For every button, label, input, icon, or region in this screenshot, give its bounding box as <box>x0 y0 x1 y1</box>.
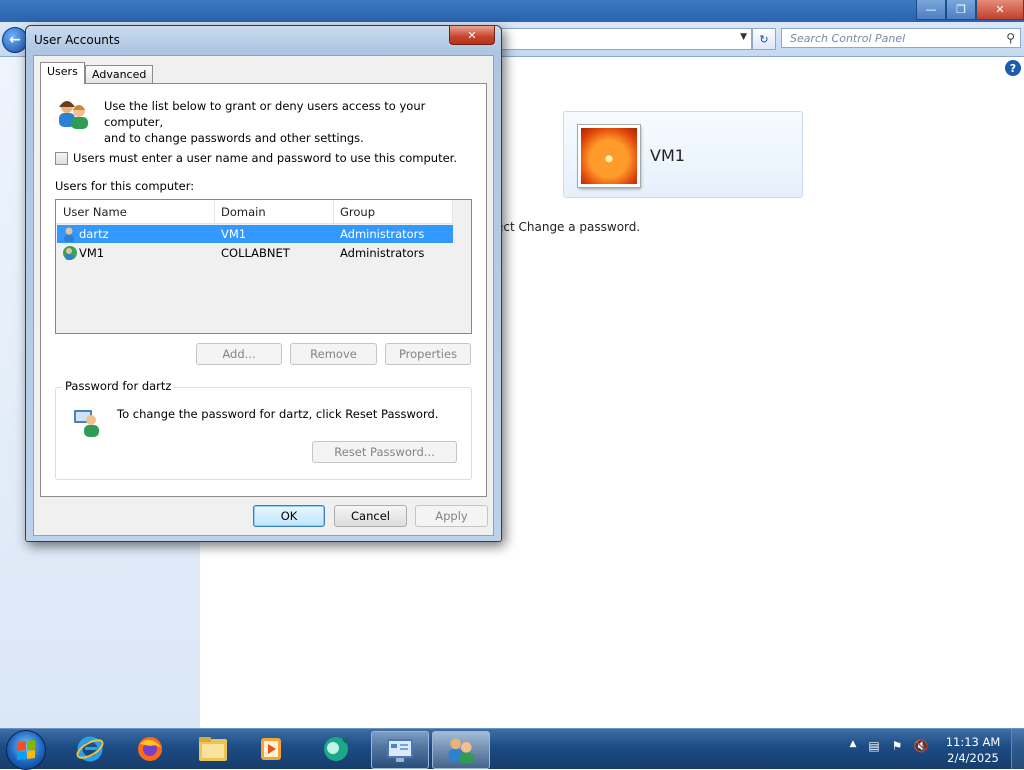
user-name-cell: VM1 <box>79 246 105 260</box>
firefox-icon <box>138 737 162 761</box>
internet-explorer-icon <box>76 736 104 762</box>
help-icon[interactable]: ? <box>1005 60 1021 76</box>
chevron-down-icon[interactable]: ▼ <box>740 32 747 42</box>
domain-user-icon <box>63 246 77 260</box>
network-status-icon[interactable]: ▤ <box>866 739 882 755</box>
control-panel-icon <box>387 739 413 762</box>
domain-cell: VM1 <box>221 227 247 241</box>
column-header-domain[interactable]: Domain <box>221 205 266 219</box>
require-login-row[interactable]: Users must enter a user name and passwor… <box>55 151 457 165</box>
require-login-checkbox[interactable] <box>55 151 68 165</box>
taskbar-firefox[interactable] <box>122 731 178 767</box>
minimize-button[interactable]: — <box>916 0 946 20</box>
intro-line-1: Use the list below to grant or deny user… <box>104 99 426 129</box>
dialog-title: User Accounts <box>34 33 120 47</box>
user-icon <box>64 227 74 242</box>
column-separator[interactable] <box>214 200 215 223</box>
remove-user-button[interactable]: Remove <box>290 343 377 365</box>
dialog-close-button[interactable]: ✕ <box>449 26 495 45</box>
group-cell: Administrators <box>340 246 425 260</box>
refresh-button[interactable]: ↻ <box>752 28 776 50</box>
listview-header: User Name Domain Group <box>56 200 453 224</box>
apply-button[interactable]: Apply <box>415 505 488 527</box>
password-group-label: Password for dartz <box>62 379 175 393</box>
account-tile[interactable]: VM1 <box>563 111 803 198</box>
account-picture <box>578 125 640 187</box>
windows-logo-icon <box>17 740 35 760</box>
taskbar-user-accounts[interactable] <box>432 731 490 769</box>
add-user-button[interactable]: Add... <box>196 343 282 365</box>
volume-muted-icon[interactable]: 🔇 <box>913 739 929 755</box>
cancel-button[interactable]: Cancel <box>334 505 407 527</box>
column-header-group[interactable]: Group <box>340 205 375 219</box>
tab-users[interactable]: Users <box>40 62 85 84</box>
users-tab-panel: Use the list below to grant or deny user… <box>40 83 487 497</box>
account-name: VM1 <box>650 146 685 165</box>
show-desktop-button[interactable] <box>1011 729 1024 769</box>
taskbar-media-player[interactable] <box>243 731 299 767</box>
require-login-label[interactable]: Users must enter a user name and passwor… <box>73 151 457 165</box>
search-input[interactable]: Search Control Panel ⚲ <box>781 28 1021 48</box>
close-button[interactable]: ✕ <box>976 0 1024 20</box>
network-app-icon <box>324 737 348 761</box>
users-icon <box>59 101 88 129</box>
password-groupbox: Password for dartz To change the passwor… <box>55 379 472 480</box>
taskbar-file-explorer[interactable] <box>185 731 241 767</box>
intro-text: Use the list below to grant or deny user… <box>104 98 486 146</box>
address-field[interactable]: ▼ <box>500 28 752 50</box>
restore-button[interactable]: ❐ <box>946 0 976 20</box>
domain-cell: COLLABNET <box>221 246 290 260</box>
column-header-user-name[interactable]: User Name <box>63 205 127 219</box>
users-listview[interactable]: User Name Domain Group dartz VM1 Adminis… <box>55 199 472 334</box>
change-password-text: ect Change a password. <box>496 220 641 234</box>
show-hidden-icons-icon[interactable]: ▲ <box>845 739 861 755</box>
dialog-client-area: Users Advanced Use the list below to gra… <box>33 55 494 536</box>
taskbar: ▲ ▤ ⚑ 🔇 11:13 AM 2/4/2025 <box>0 728 1024 770</box>
user-password-icon <box>74 410 99 437</box>
properties-button[interactable]: Properties <box>385 343 471 365</box>
reset-password-button[interactable]: Reset Password... <box>312 441 457 463</box>
system-clock[interactable]: 11:13 AM 2/4/2025 <box>940 734 1006 766</box>
user-name-cell: dartz <box>79 227 109 241</box>
taskbar-network-app[interactable] <box>308 731 364 767</box>
clock-date: 2/4/2025 <box>947 751 999 765</box>
media-player-icon <box>261 738 281 760</box>
window-controls: — ❐ ✕ <box>916 0 1024 20</box>
tab-advanced[interactable]: Advanced <box>85 65 154 83</box>
table-row[interactable]: VM1 COLLABNET Administrators <box>57 244 453 262</box>
intro-line-2: and to change passwords and other settin… <box>104 131 364 145</box>
user-accounts-dialog: User Accounts ✕ Users Advanced Use the l… <box>25 25 502 542</box>
action-center-flag-icon[interactable]: ⚑ <box>889 739 905 755</box>
group-cell: Administrators <box>340 227 425 241</box>
password-instructions: To change the password for dartz, click … <box>117 407 439 421</box>
column-separator[interactable] <box>333 200 334 223</box>
user-accounts-icon <box>448 738 475 764</box>
users-section-label: Users for this computer: <box>55 179 195 193</box>
table-row[interactable]: dartz VM1 Administrators <box>57 225 453 243</box>
start-button[interactable] <box>6 730 46 770</box>
file-explorer-icon <box>199 737 227 761</box>
taskbar-internet-explorer[interactable] <box>62 731 118 767</box>
clock-time: 11:13 AM <box>945 735 1001 749</box>
ok-button[interactable]: OK <box>253 505 325 527</box>
search-placeholder: Search Control Panel <box>790 32 906 45</box>
column-separator[interactable] <box>452 200 453 223</box>
control-panel-titlebar: — ❐ ✕ <box>0 0 1024 22</box>
taskbar-control-panel[interactable] <box>371 731 429 769</box>
search-icon[interactable]: ⚲ <box>1006 31 1015 45</box>
